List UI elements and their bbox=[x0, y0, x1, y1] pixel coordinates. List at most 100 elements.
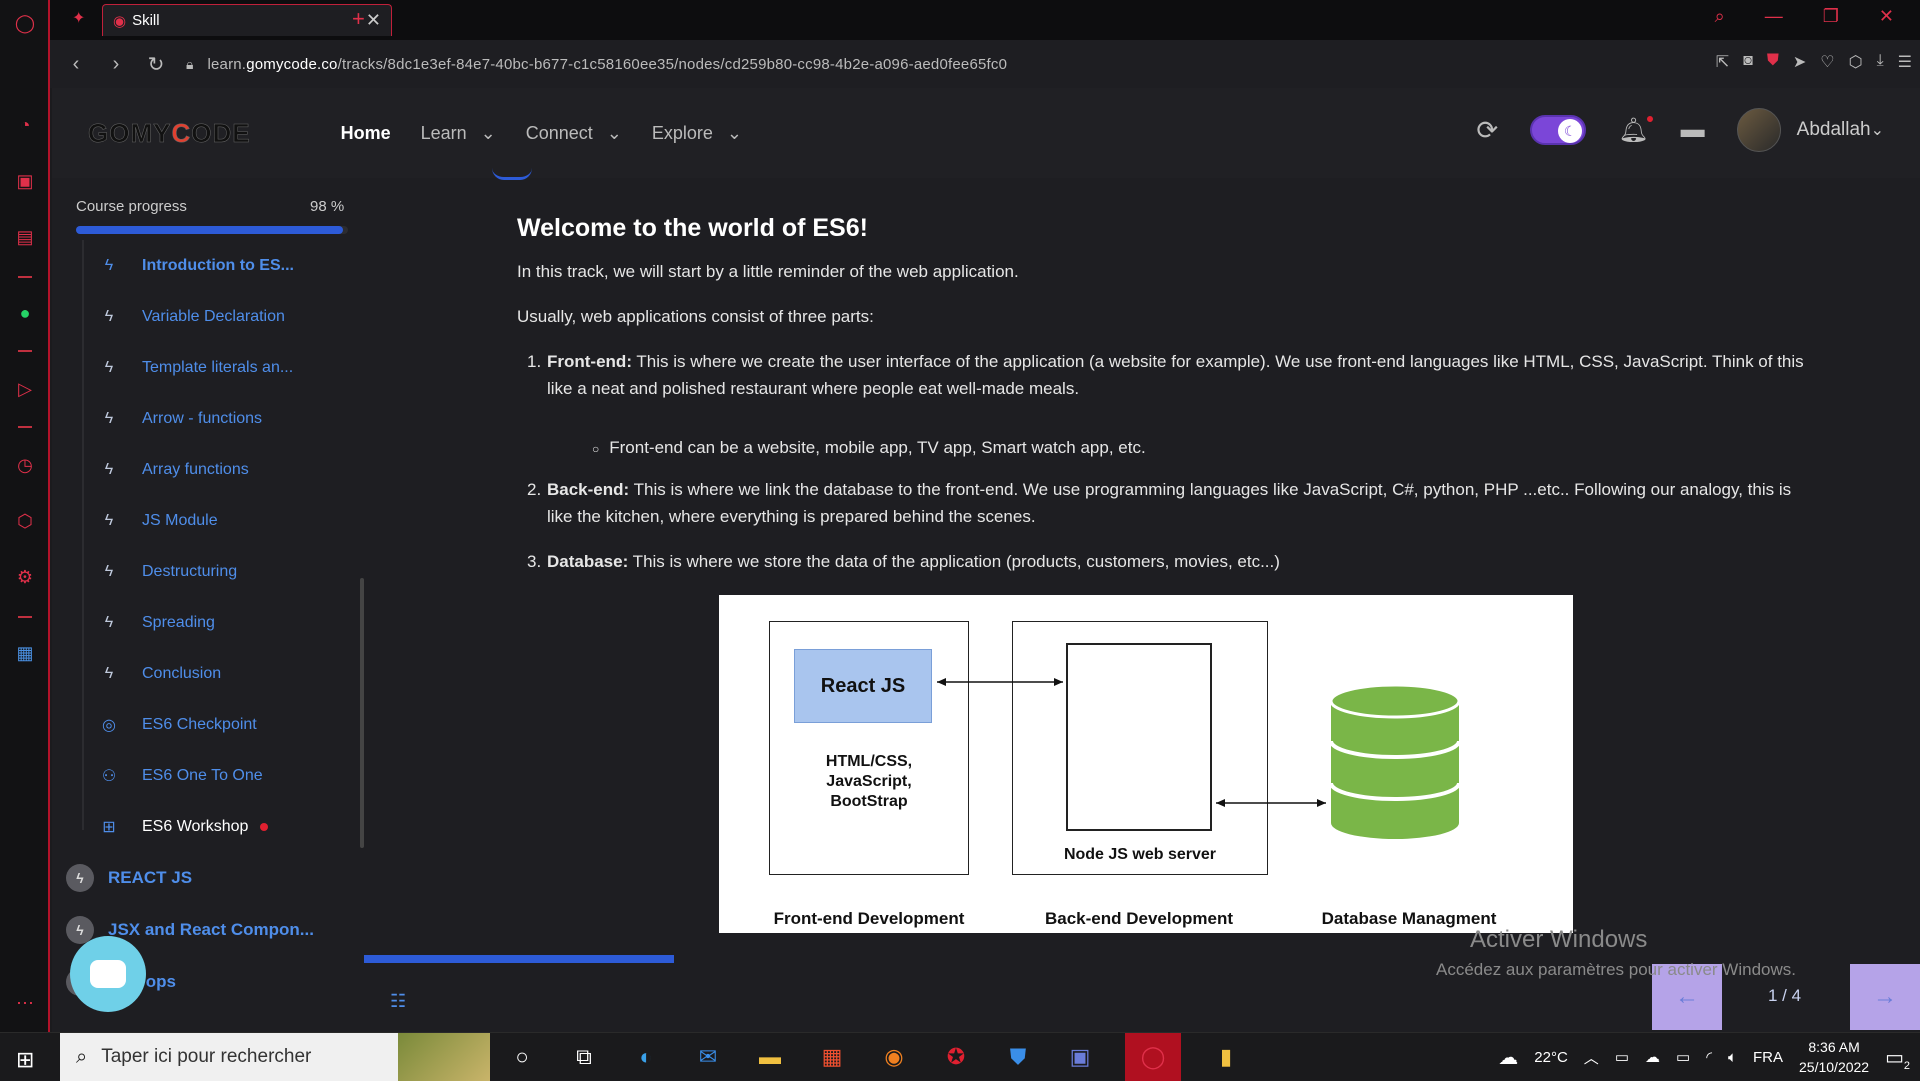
nav-learn[interactable]: Learn ⌄ bbox=[421, 123, 496, 144]
list-item-backend: 2. Back-end: This is where we link the da… bbox=[527, 476, 1807, 530]
list-text: This is where we create the user interfa… bbox=[547, 352, 1804, 398]
bell-icon[interactable]: 🔔︎ bbox=[1618, 115, 1653, 145]
lesson-item[interactable]: ϟ Template literals an... bbox=[80, 342, 346, 393]
cortana-icon[interactable]: ○ bbox=[505, 1041, 539, 1073]
menu-icon[interactable]: ☰ bbox=[1898, 52, 1912, 72]
chat-icon[interactable]: ▬ bbox=[1681, 116, 1705, 144]
new-tab-icon[interactable]: + bbox=[352, 6, 365, 32]
heart-icon[interactable]: ♡ bbox=[1820, 52, 1834, 72]
tab-close-icon[interactable]: ✕ bbox=[366, 10, 381, 31]
dark-mode-toggle[interactable]: ☾ bbox=[1530, 115, 1587, 145]
list-item-frontend: 1. Front-end: This is where we create the… bbox=[527, 348, 1807, 402]
list-item-database: 3. Database: This is where we store the d… bbox=[527, 548, 1807, 575]
firefox-icon[interactable]: ◉ bbox=[877, 1041, 911, 1073]
twitch-icon[interactable]: ▤ bbox=[12, 224, 38, 250]
windows-start-icon[interactable]: ⊞ bbox=[16, 1047, 34, 1073]
nav-connect[interactable]: Connect ⌄ bbox=[526, 123, 622, 144]
search-icon[interactable]: ⌕ bbox=[1715, 6, 1725, 27]
address-bar: ‹ › ↻ 🔒︎ learn.gomycode.co/tracks/8dc1e3… bbox=[50, 40, 1920, 88]
volume-icon[interactable]: 🔈︎ bbox=[1728, 1049, 1737, 1066]
reload-icon[interactable]: ↻ bbox=[136, 52, 176, 77]
security-icon[interactable]: ⛊ bbox=[1001, 1041, 1035, 1073]
language[interactable]: FRA bbox=[1753, 1049, 1783, 1066]
translate-icon[interactable]: ▦ bbox=[12, 640, 38, 666]
bolt-icon: ϟ bbox=[104, 562, 114, 580]
battery-icon[interactable]: ▭ bbox=[1676, 1048, 1690, 1066]
clock[interactable]: 8:36 AM 25/10/2022 bbox=[1799, 1037, 1869, 1077]
taskbar-search[interactable]: ⌕ Taper ici pour rechercher bbox=[60, 1033, 490, 1081]
send-icon[interactable]: ➤ bbox=[1793, 52, 1806, 72]
browser-tab[interactable]: ◉ Skill ✕ bbox=[102, 4, 392, 36]
more-icon[interactable]: ⋯ bbox=[12, 990, 38, 1016]
lesson-item[interactable]: ϟ Destructuring bbox=[80, 546, 346, 597]
share-icon[interactable]: ⇱ bbox=[1716, 52, 1729, 72]
wifi-icon[interactable]: ◜ bbox=[1706, 1048, 1712, 1066]
minimize-icon[interactable]: — bbox=[1765, 6, 1783, 27]
lesson-item[interactable]: ⊞ ES6 Workshop bbox=[80, 801, 346, 852]
lesson-item[interactable]: ϟ Conclusion bbox=[80, 648, 346, 699]
support-chat-button[interactable] bbox=[70, 936, 146, 1012]
shield-icon[interactable]: ⛊ bbox=[1767, 52, 1779, 72]
temperature: 22°C bbox=[1534, 1048, 1568, 1066]
store-icon[interactable]: ▦ bbox=[815, 1041, 849, 1073]
lesson-item[interactable]: ⚇ ES6 One To One bbox=[80, 750, 346, 801]
lesson-item[interactable]: ϟ Introduction to ES... bbox=[80, 240, 346, 291]
close-icon[interactable]: ✕ bbox=[1879, 6, 1894, 27]
briefcase-icon[interactable]: ▣ bbox=[12, 168, 38, 194]
gomycode-logo[interactable]: GOMYCODE bbox=[88, 117, 251, 149]
user-menu[interactable]: Abdallah ⌄ bbox=[1736, 108, 1884, 152]
lesson-item[interactable]: ◎ ES6 Checkpoint bbox=[80, 699, 346, 750]
gamepad-icon[interactable]: ✦ bbox=[72, 8, 85, 28]
lesson-item[interactable]: ϟ Arrow - functions bbox=[80, 393, 346, 444]
top-nav: GOMYCODE Home Learn ⌄ Connect ⌄ Explore ⌄ ⟳… bbox=[52, 88, 1920, 178]
extensions-icon[interactable]: ⬡ bbox=[12, 508, 38, 534]
speed-dial-icon[interactable]: ◔ bbox=[12, 112, 38, 138]
lesson-item[interactable]: ϟ JS Module bbox=[80, 495, 346, 546]
player-icon[interactable]: ▷ bbox=[12, 376, 38, 402]
next-button[interactable]: → bbox=[1850, 964, 1920, 1030]
whatsapp-icon[interactable]: ● bbox=[12, 300, 38, 326]
meet-icon[interactable]: ▭ bbox=[1615, 1048, 1629, 1066]
box-icon[interactable]: ⬡ bbox=[1849, 52, 1863, 72]
nav-explore[interactable]: Explore ⌄ bbox=[652, 123, 742, 144]
lesson-item[interactable]: ϟ Variable Declaration bbox=[80, 291, 346, 342]
unread-dot bbox=[260, 822, 269, 831]
outline-icon[interactable]: ☷ bbox=[390, 991, 406, 1012]
weather-icon[interactable]: ☁ bbox=[1498, 1045, 1518, 1070]
url-field[interactable]: learn.gomycode.co/tracks/8dc1e3ef-84e7-4… bbox=[207, 56, 1007, 73]
teams-icon[interactable]: ▣ bbox=[1063, 1041, 1097, 1073]
lesson-item[interactable]: ϟ Spreading bbox=[80, 597, 346, 648]
chevron-down-icon: ⌄ bbox=[606, 122, 622, 143]
lesson-label: Destructuring bbox=[142, 562, 238, 580]
edge-icon[interactable]: ◐ bbox=[629, 1041, 663, 1073]
bolt-icon: ϟ bbox=[104, 358, 114, 376]
tray-chevron-icon[interactable]: ︿ bbox=[1584, 1047, 1599, 1068]
notifications-icon[interactable]: ▭ 2 bbox=[1885, 1045, 1910, 1072]
opera-logo-icon[interactable]: ◯ bbox=[12, 10, 38, 36]
clock-date: 25/10/2022 bbox=[1799, 1059, 1870, 1075]
intro-paragraph: In this track, we will start by a little… bbox=[517, 262, 1019, 281]
forward-icon[interactable]: › bbox=[96, 53, 136, 76]
download-icon[interactable]: ⤓ bbox=[1877, 52, 1884, 72]
refresh-icon[interactable]: ⟳ bbox=[1476, 115, 1498, 146]
clock-time: 8:36 AM bbox=[1808, 1039, 1860, 1055]
arrowhead bbox=[1054, 678, 1063, 686]
mail-icon[interactable]: ✉ bbox=[691, 1041, 725, 1073]
history-icon[interactable]: ◷ bbox=[12, 452, 38, 478]
lesson-item[interactable]: ϟ Array functions bbox=[80, 444, 346, 495]
section-item[interactable]: ϟ REACT JS bbox=[66, 852, 346, 904]
nav-home[interactable]: Home bbox=[341, 123, 391, 144]
back-icon[interactable]: ‹ bbox=[56, 53, 96, 76]
list-number: 2. bbox=[527, 480, 542, 499]
settings-icon[interactable]: ⚙ bbox=[12, 564, 38, 590]
opera-taskbar-icon[interactable]: ◯ bbox=[1125, 1033, 1181, 1081]
game-icon[interactable]: ✪ bbox=[939, 1041, 973, 1073]
files-icon[interactable]: ▮ bbox=[1209, 1041, 1243, 1073]
sidebar-scrollbar[interactable] bbox=[360, 578, 364, 848]
task-view-icon[interactable]: ⧉ bbox=[567, 1041, 601, 1073]
file-explorer-icon[interactable]: ▬ bbox=[753, 1041, 787, 1073]
restore-icon[interactable]: ❐ bbox=[1823, 6, 1839, 27]
camera-icon[interactable]: ◙ bbox=[1743, 52, 1753, 72]
onedrive-icon[interactable]: ☁ bbox=[1645, 1048, 1660, 1066]
bolt-icon: ϟ bbox=[104, 409, 114, 427]
